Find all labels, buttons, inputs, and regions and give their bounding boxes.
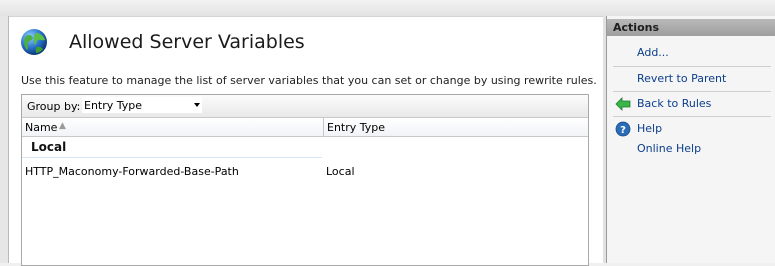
actions-title: Actions xyxy=(613,21,659,34)
group-by-value: Entry Type xyxy=(84,99,143,112)
action-online-help[interactable]: Online Help xyxy=(637,142,701,155)
feature-page: Allowed Server Variables Use this featur… xyxy=(9,17,603,266)
globe-icon xyxy=(21,29,47,55)
left-edge-panel xyxy=(0,16,9,263)
action-add[interactable]: Add... xyxy=(637,46,669,59)
help-icon: ? xyxy=(615,121,631,137)
action-separator xyxy=(613,66,771,67)
group-header-label: Local xyxy=(31,140,67,154)
column-header-entry-type[interactable]: Entry Type xyxy=(324,118,588,137)
action-separator xyxy=(613,116,771,117)
dropdown-arrow-icon[interactable] xyxy=(194,103,200,107)
column-header-entry-type-label: Entry Type xyxy=(327,121,386,134)
actions-header: Actions xyxy=(607,19,775,36)
sort-ascending-icon: ▲ xyxy=(59,121,66,131)
action-help[interactable]: Help xyxy=(637,122,662,135)
column-header-name[interactable]: Name ▲ xyxy=(22,118,324,137)
group-header-local[interactable]: Local xyxy=(22,137,322,158)
group-by-toolbar: Group by: Entry Type xyxy=(22,95,588,118)
action-separator xyxy=(613,91,771,92)
row-entry-type-cell: Local xyxy=(326,165,355,178)
page-title: Allowed Server Variables xyxy=(69,31,305,53)
row-name-cell: HTTP_Maconomy-Forwarded-Base-Path xyxy=(25,165,239,178)
action-revert-to-parent[interactable]: Revert to Parent xyxy=(637,72,726,85)
table-row[interactable]: HTTP_Maconomy-Forwarded-Base-Path Local xyxy=(22,159,588,183)
action-back-to-rules[interactable]: Back to Rules xyxy=(637,97,711,110)
page-description: Use this feature to manage the list of s… xyxy=(21,74,597,87)
actions-pane: Actions Add... Revert to Parent Back to … xyxy=(606,16,775,263)
group-by-label: Group by: xyxy=(27,100,81,113)
column-header-name-label: Name xyxy=(25,121,58,134)
svg-text:?: ? xyxy=(620,125,626,136)
back-arrow-icon xyxy=(615,97,631,111)
group-by-dropdown[interactable]: Entry Type xyxy=(82,97,202,113)
top-bar xyxy=(0,0,775,17)
server-variables-list[interactable]: Group by: Entry Type Name ▲ Entry Type L… xyxy=(21,94,589,266)
